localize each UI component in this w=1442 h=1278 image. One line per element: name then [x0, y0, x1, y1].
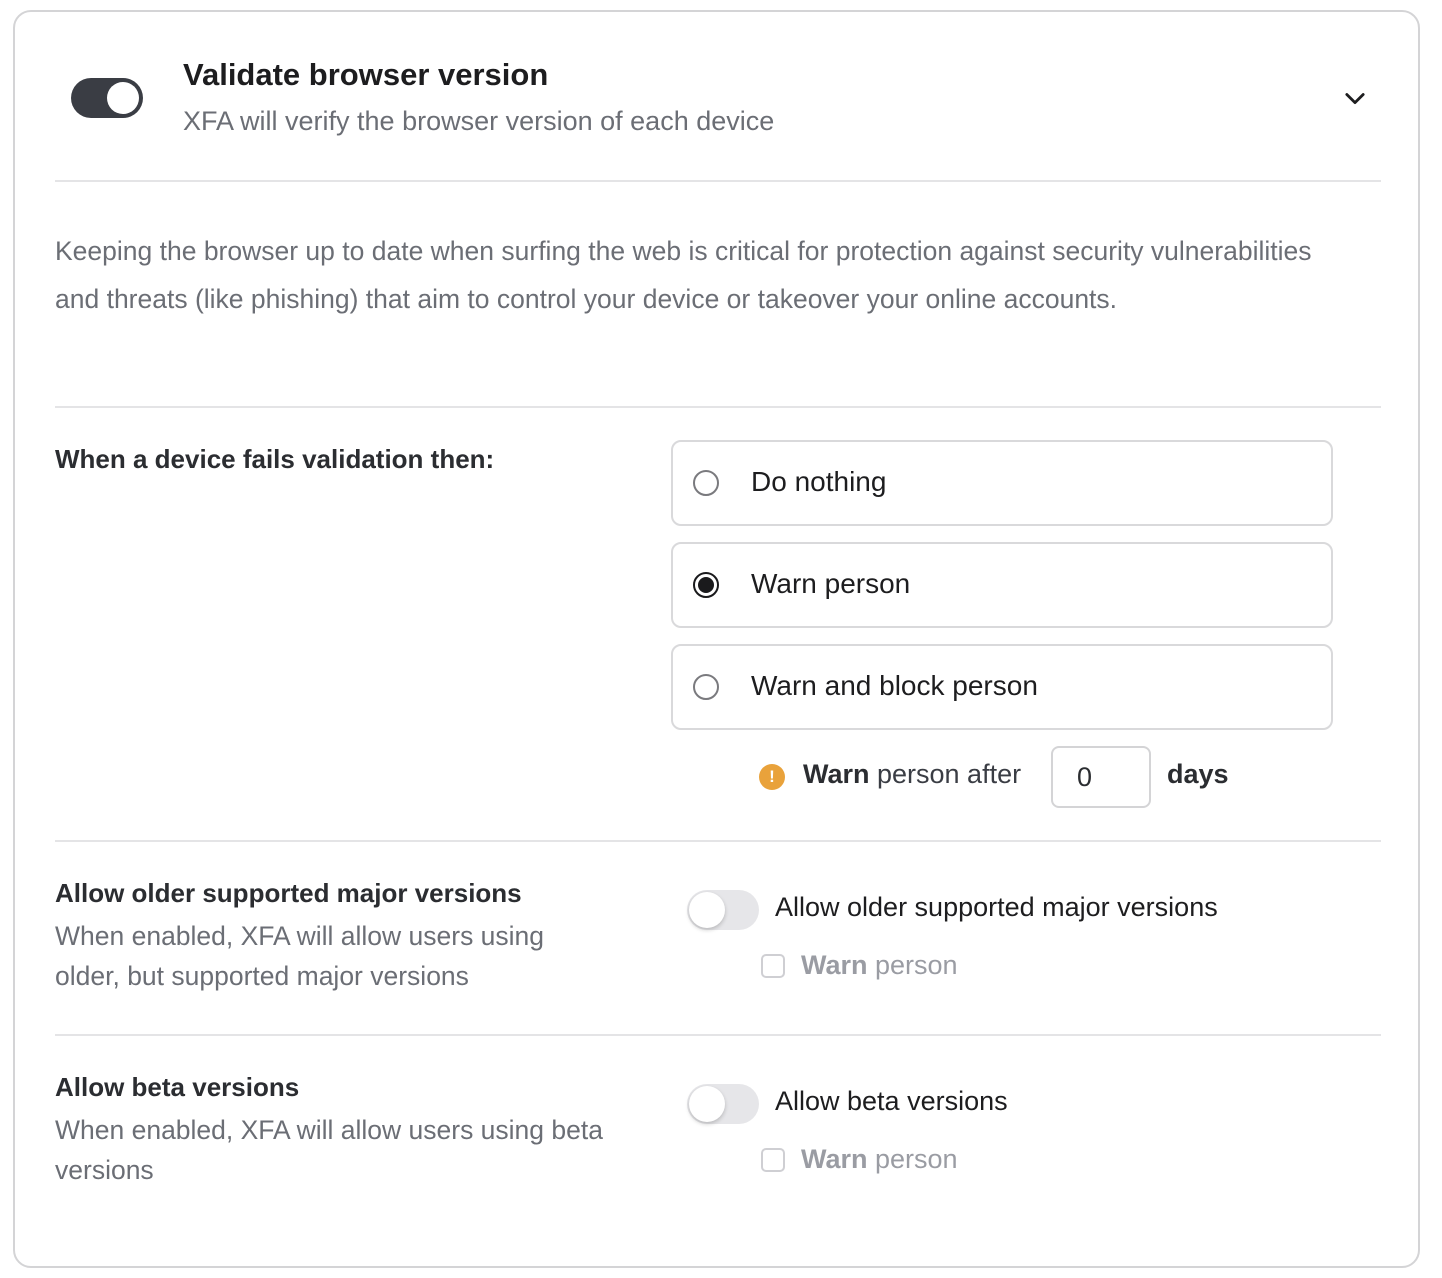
radio-option-warn-and-block[interactable]: Warn and block person	[671, 644, 1333, 730]
older-versions-toggle[interactable]	[687, 890, 759, 930]
older-versions-toggle-label: Allow older supported major versions	[775, 892, 1218, 922]
exclamation-icon: !	[759, 764, 785, 790]
warn-rest: person	[867, 1144, 958, 1174]
divider	[55, 840, 1381, 842]
beta-versions-toggle-label: Allow beta versions	[775, 1086, 1008, 1116]
radio-option-do-nothing[interactable]: Do nothing	[671, 440, 1333, 526]
beta-versions-toggle[interactable]	[687, 1084, 759, 1124]
radio-button[interactable]	[693, 674, 719, 700]
warn-bold: Warn	[801, 1144, 868, 1174]
divider	[55, 1034, 1381, 1036]
radio-label: Warn and block person	[751, 670, 1038, 701]
beta-versions-warn-label: Warn person	[801, 1144, 958, 1175]
older-versions-title: Allow older supported major versions	[55, 878, 522, 908]
toggle-knob	[689, 892, 725, 928]
radio-button[interactable]	[693, 470, 719, 496]
card-subtitle: XFA will verify the browser version of e…	[183, 106, 775, 136]
description-text: Keeping the browser up to date when surf…	[55, 236, 1312, 314]
warn-rest: person after	[869, 759, 1022, 789]
radio-button-selected[interactable]	[693, 572, 719, 598]
older-versions-warn-checkbox[interactable]	[761, 954, 785, 978]
older-versions-warn-label: Warn person	[801, 950, 958, 981]
warn-rest: person	[867, 950, 958, 980]
divider	[55, 406, 1381, 408]
beta-versions-title: Allow beta versions	[55, 1072, 300, 1102]
browser-version-card: Validate browser version XFA will verify…	[13, 10, 1420, 1268]
beta-versions-description: When enabled, XFA will allow users using…	[55, 1115, 603, 1185]
failure-label: When a device fails validation then:	[55, 444, 495, 474]
older-versions-description: When enabled, XFA will allow users using…	[55, 921, 545, 991]
radio-option-warn-person[interactable]: Warn person	[671, 542, 1333, 628]
days-input[interactable]	[1051, 746, 1151, 808]
validate-browser-toggle[interactable]	[71, 78, 143, 118]
warn-bold: Warn	[801, 950, 868, 980]
divider	[55, 180, 1381, 182]
card-header[interactable]: Validate browser version XFA will verify…	[15, 12, 1418, 182]
days-label: days	[1167, 759, 1229, 789]
beta-versions-warn-checkbox[interactable]	[761, 1148, 785, 1172]
radio-label: Do nothing	[751, 466, 887, 497]
warn-bold: Warn	[803, 759, 870, 789]
toggle-knob	[107, 82, 139, 114]
radio-label: Warn person	[751, 568, 911, 599]
card-title: Validate browser version	[183, 57, 549, 92]
warn-after-label: Warn person after	[803, 759, 1021, 790]
toggle-knob	[689, 1086, 725, 1122]
chevron-down-icon[interactable]	[1341, 84, 1369, 112]
